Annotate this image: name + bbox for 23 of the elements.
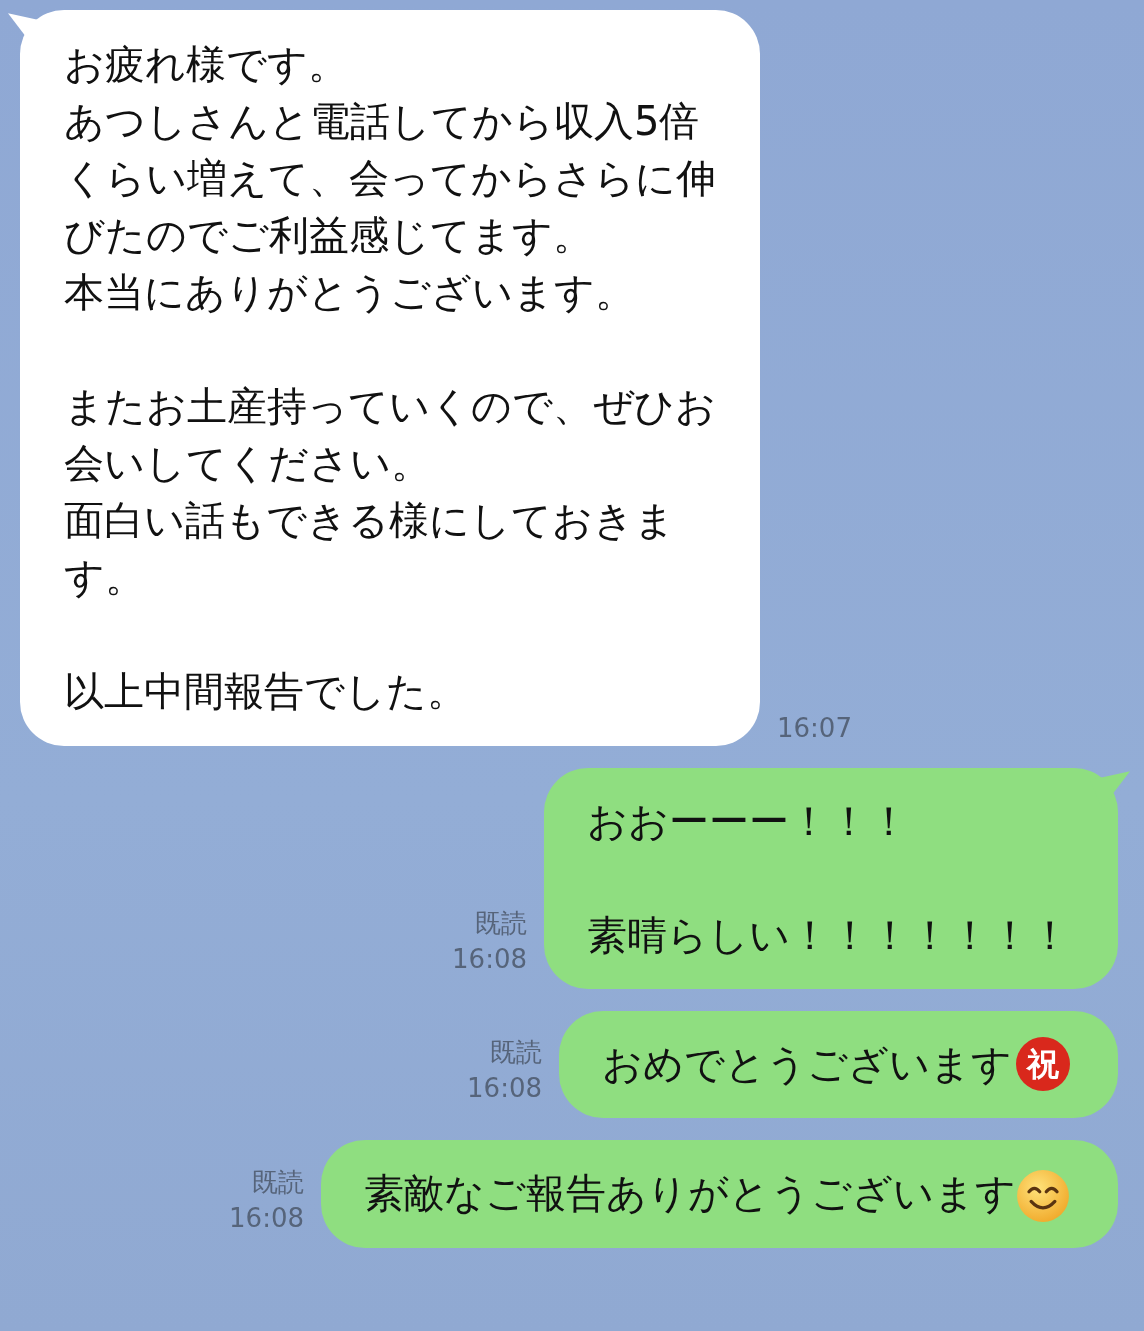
message-text: おおーーー！！！ bbox=[587, 798, 909, 844]
message-time: 16:08 bbox=[229, 1202, 304, 1235]
message-time: 16:07 bbox=[777, 712, 852, 745]
message-text: またお土産持っていくので、ぜひお bbox=[64, 383, 716, 429]
message-text: お疲れ様です。 bbox=[64, 41, 348, 87]
message-text: くらい増えて、会ってからさらに伸 bbox=[64, 155, 716, 201]
message-text: 本当にありがとうございます。 bbox=[64, 269, 635, 315]
message-text: 会いしてください。 bbox=[64, 440, 431, 486]
read-receipt: 既読 bbox=[490, 1036, 542, 1069]
message-text: びたのでご利益感じてます。 bbox=[64, 212, 593, 258]
message-text: 以上中間報告でした。 bbox=[64, 668, 467, 714]
message-text: 素敵なご報告ありがとうございます bbox=[364, 1170, 1016, 1216]
celebration-emoji: 祝 bbox=[1016, 1037, 1070, 1091]
read-receipt: 既読 bbox=[252, 1166, 304, 1199]
read-receipt: 既読 bbox=[475, 907, 527, 940]
message-text: あつしさんと電話してから収入5倍 bbox=[64, 98, 700, 144]
smiling-face-icon bbox=[1016, 1169, 1070, 1223]
message-text: 面白い話もできる様にしておきま bbox=[64, 497, 675, 543]
message-time: 16:08 bbox=[452, 943, 527, 976]
message-time: 16:08 bbox=[467, 1072, 542, 1105]
message-text: す。 bbox=[64, 554, 145, 600]
message-text: 素晴らしい！！！！！！！ bbox=[587, 912, 1070, 958]
message-text: おめでとうございます bbox=[602, 1041, 1012, 1087]
